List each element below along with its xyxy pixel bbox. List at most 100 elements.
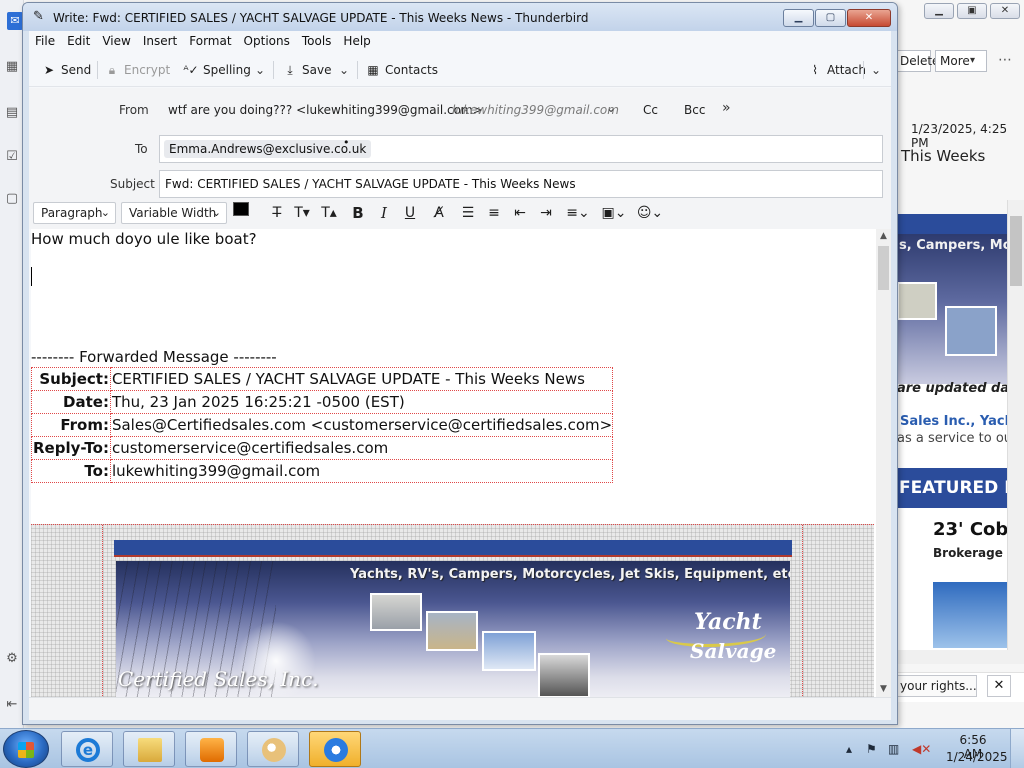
message-body-editor[interactable]: How much doyo ule like boat? -------- Fo…	[31, 229, 876, 697]
menu-insert[interactable]: Insert	[137, 31, 183, 51]
send-button[interactable]: ➤ Send	[41, 60, 91, 80]
subject-field[interactable]: Fwd: CERTIFIED SALES / YACHT SALVAGE UPD…	[159, 170, 883, 198]
to-field[interactable]: Emma.Andrews@exclusive.co.uk •	[159, 135, 883, 163]
menu-file[interactable]: File	[29, 31, 61, 51]
bullet-list-icon[interactable]: ☰	[457, 203, 479, 223]
scroll-down-icon[interactable]: ▼	[876, 682, 891, 697]
remove-formatting-icon[interactable]: A̸	[428, 203, 450, 223]
spelling-menu-chevron-icon[interactable]: ⌄	[255, 60, 265, 80]
attach-menu-chevron-icon[interactable]: ⌄	[871, 60, 881, 80]
preview-listing-type: Brokerage -	[933, 546, 1013, 560]
outdent-icon[interactable]: ⇤	[509, 203, 531, 223]
chevron-down-icon: ⌄	[211, 206, 221, 219]
font-size-down-icon[interactable]: T▾	[291, 203, 313, 223]
show-desktop-button[interactable]	[1010, 729, 1024, 768]
subject-label: Subject	[110, 177, 155, 191]
bold-icon[interactable]: B	[347, 203, 369, 223]
insert-smiley-icon[interactable]: ☺⌄	[635, 203, 665, 223]
contacts-label: Contacts	[385, 63, 438, 77]
thunderbird-taskbar-button[interactable]	[309, 731, 361, 767]
scrollbar-thumb[interactable]	[878, 246, 889, 290]
address-book-icon[interactable]: ▦	[5, 60, 19, 74]
align-menu-icon[interactable]: ≡⌄	[563, 203, 593, 223]
menu-edit[interactable]: Edit	[61, 31, 96, 51]
more-button[interactable]: More	[935, 50, 987, 72]
paint-taskbar-button[interactable]	[247, 731, 299, 767]
thunderbird-icon	[324, 738, 348, 762]
close-notification-button[interactable]: ✕	[987, 675, 1011, 697]
menu-view[interactable]: View	[96, 31, 136, 51]
preview-photo	[945, 306, 997, 356]
from-identity-select[interactable]: wtf are you doing??? <lukewhiting399@gma…	[168, 103, 483, 117]
save-button[interactable]: ⤓ Save	[282, 60, 331, 80]
save-menu-chevron-icon[interactable]: ⌄	[339, 60, 349, 80]
preview-hero-image: s, Campers, Moto	[897, 234, 1007, 384]
paragraph-format-value: Paragraph	[41, 206, 103, 220]
text-color-picker[interactable]	[233, 202, 255, 222]
address-book-icon: ▦	[367, 63, 379, 77]
chevron-down-icon: ⌄	[100, 206, 110, 219]
show-hidden-icons-icon[interactable]: ▴	[846, 742, 852, 756]
paragraph-format-select[interactable]: Paragraph ⌄	[33, 202, 116, 224]
recipient-pill[interactable]: Emma.Andrews@exclusive.co.uk	[164, 140, 372, 158]
table-row: Subject: CERTIFIED SALES / YACHT SALVAGE…	[31, 367, 614, 391]
body-text[interactable]: How much doyo ule like boat?	[31, 230, 257, 248]
encrypt-button[interactable]: 🔒︎ Encrypt	[104, 60, 170, 80]
volume-muted-icon[interactable]: ◀✕	[912, 742, 931, 756]
minimize-icon[interactable]: ▁	[924, 3, 954, 19]
mail-space-icon[interactable]: ✉	[7, 12, 23, 30]
menu-format[interactable]: Format	[183, 31, 237, 51]
start-button[interactable]	[3, 730, 49, 768]
italic-icon[interactable]: I	[373, 203, 395, 223]
close-icon[interactable]: ✕	[990, 3, 1020, 19]
tasks-icon[interactable]: ☑	[5, 150, 19, 164]
menu-options[interactable]: Options	[238, 31, 296, 51]
preview-link[interactable]: Sales Inc., Yach	[900, 414, 1014, 429]
newsletter-header-bar	[114, 540, 792, 557]
close-icon[interactable]: ✕	[847, 9, 891, 27]
delete-button[interactable]: Delete	[897, 50, 939, 72]
calendar-icon[interactable]: ▤	[5, 106, 19, 120]
media-player-taskbar-button[interactable]	[185, 731, 237, 767]
minimize-icon[interactable]: ▁	[783, 9, 814, 27]
indent-icon[interactable]: ⇥	[535, 203, 557, 223]
text-color-swatch[interactable]	[233, 202, 249, 216]
menu-help[interactable]: Help	[337, 31, 376, 51]
bcc-button[interactable]: Bcc	[684, 103, 705, 117]
font-smaller-icon[interactable]: T̶	[266, 203, 288, 223]
maximize-icon[interactable]: ▣	[957, 3, 987, 19]
insert-image-icon[interactable]: ▣⌄	[599, 203, 629, 223]
internet-explorer-taskbar-button[interactable]: e	[61, 731, 113, 767]
preview-listing-image[interactable]	[933, 582, 1007, 648]
attach-button[interactable]: ⌇ Attach	[807, 60, 866, 80]
preview-caption: s, Campers, Moto	[899, 238, 1007, 253]
compose-title-bar[interactable]: ✎ Write: Fwd: CERTIFIED SALES / YACHT SA…	[23, 3, 897, 31]
message-menu-icon[interactable]: ⋯	[998, 52, 1012, 68]
clock-date[interactable]: 1/24/2025	[946, 750, 1008, 764]
file-explorer-taskbar-button[interactable]	[123, 731, 175, 767]
collapse-spaces-icon[interactable]: ⇤	[5, 698, 19, 712]
scrollbar-thumb[interactable]	[1010, 216, 1022, 286]
underline-icon[interactable]: U	[399, 203, 421, 223]
preview-hscrollbar[interactable]	[897, 650, 1024, 664]
preview-photo	[897, 282, 937, 320]
menu-tools[interactable]: Tools	[296, 31, 338, 51]
contacts-button[interactable]: ▦ Contacts	[365, 60, 438, 80]
maximize-icon[interactable]: ▢	[815, 9, 846, 27]
numbered-list-icon[interactable]: ≡	[483, 203, 505, 223]
network-icon[interactable]: ▥	[888, 742, 899, 756]
chat-icon[interactable]: ▢	[5, 192, 19, 206]
font-size-up-icon[interactable]: T▴	[318, 203, 340, 223]
chevron-down-icon[interactable]: ⌄	[606, 101, 616, 115]
settings-icon[interactable]: ⚙	[5, 652, 19, 666]
cc-button[interactable]: Cc	[643, 103, 658, 117]
paint-palette-icon	[262, 738, 286, 762]
scroll-up-icon[interactable]: ▲	[876, 229, 891, 244]
preview-scrollbar[interactable]	[1007, 200, 1024, 650]
spelling-button[interactable]: ᴬ✓ Spelling	[183, 60, 250, 80]
action-center-flag-icon[interactable]: ⚑	[866, 742, 877, 756]
editor-scrollbar[interactable]: ▲ ▼	[876, 229, 891, 697]
know-your-rights-button[interactable]: your rights...	[897, 675, 977, 697]
more-fields-icon[interactable]: »	[722, 100, 731, 116]
font-select[interactable]: Variable Width ⌄	[121, 202, 227, 224]
